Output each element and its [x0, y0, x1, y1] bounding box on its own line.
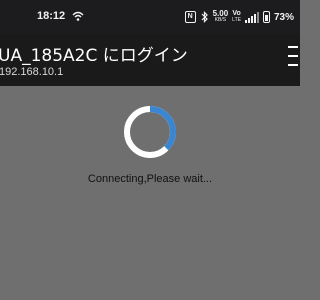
- loading-spinner: [124, 105, 177, 158]
- battery-percent: 73%: [273, 11, 294, 23]
- menu-icon[interactable]: [288, 46, 298, 66]
- app-header: UA_185A2C にログイン 192.168.10.1: [0, 34, 300, 86]
- page-title: UA_185A2C にログイン: [0, 46, 188, 66]
- loading-message: Connecting,Please wait...: [87, 173, 213, 185]
- network-speed: 5.00 KB/S: [213, 10, 229, 24]
- volte-top: Vo: [232, 10, 241, 17]
- speed-value: 5.00: [212, 9, 229, 18]
- bluetooth-icon: [201, 11, 208, 23]
- page-subtitle-ip: 192.168.10.1: [0, 66, 64, 78]
- status-bar: 18:12 N 5.00 KB/S Vo LTE 73%: [0, 0, 300, 34]
- battery-icon: [262, 11, 270, 23]
- volte-bottom: LTE: [232, 17, 241, 23]
- wifi-icon: [72, 11, 84, 21]
- status-time: 18:12: [37, 10, 66, 22]
- volte-indicator: Vo LTE: [232, 10, 241, 24]
- speed-unit: KB/S: [214, 17, 227, 23]
- status-icons: N 5.00 KB/S Vo LTE 73%: [184, 8, 294, 26]
- nfc-icon: N: [184, 11, 196, 23]
- signal-icon: [244, 11, 259, 23]
